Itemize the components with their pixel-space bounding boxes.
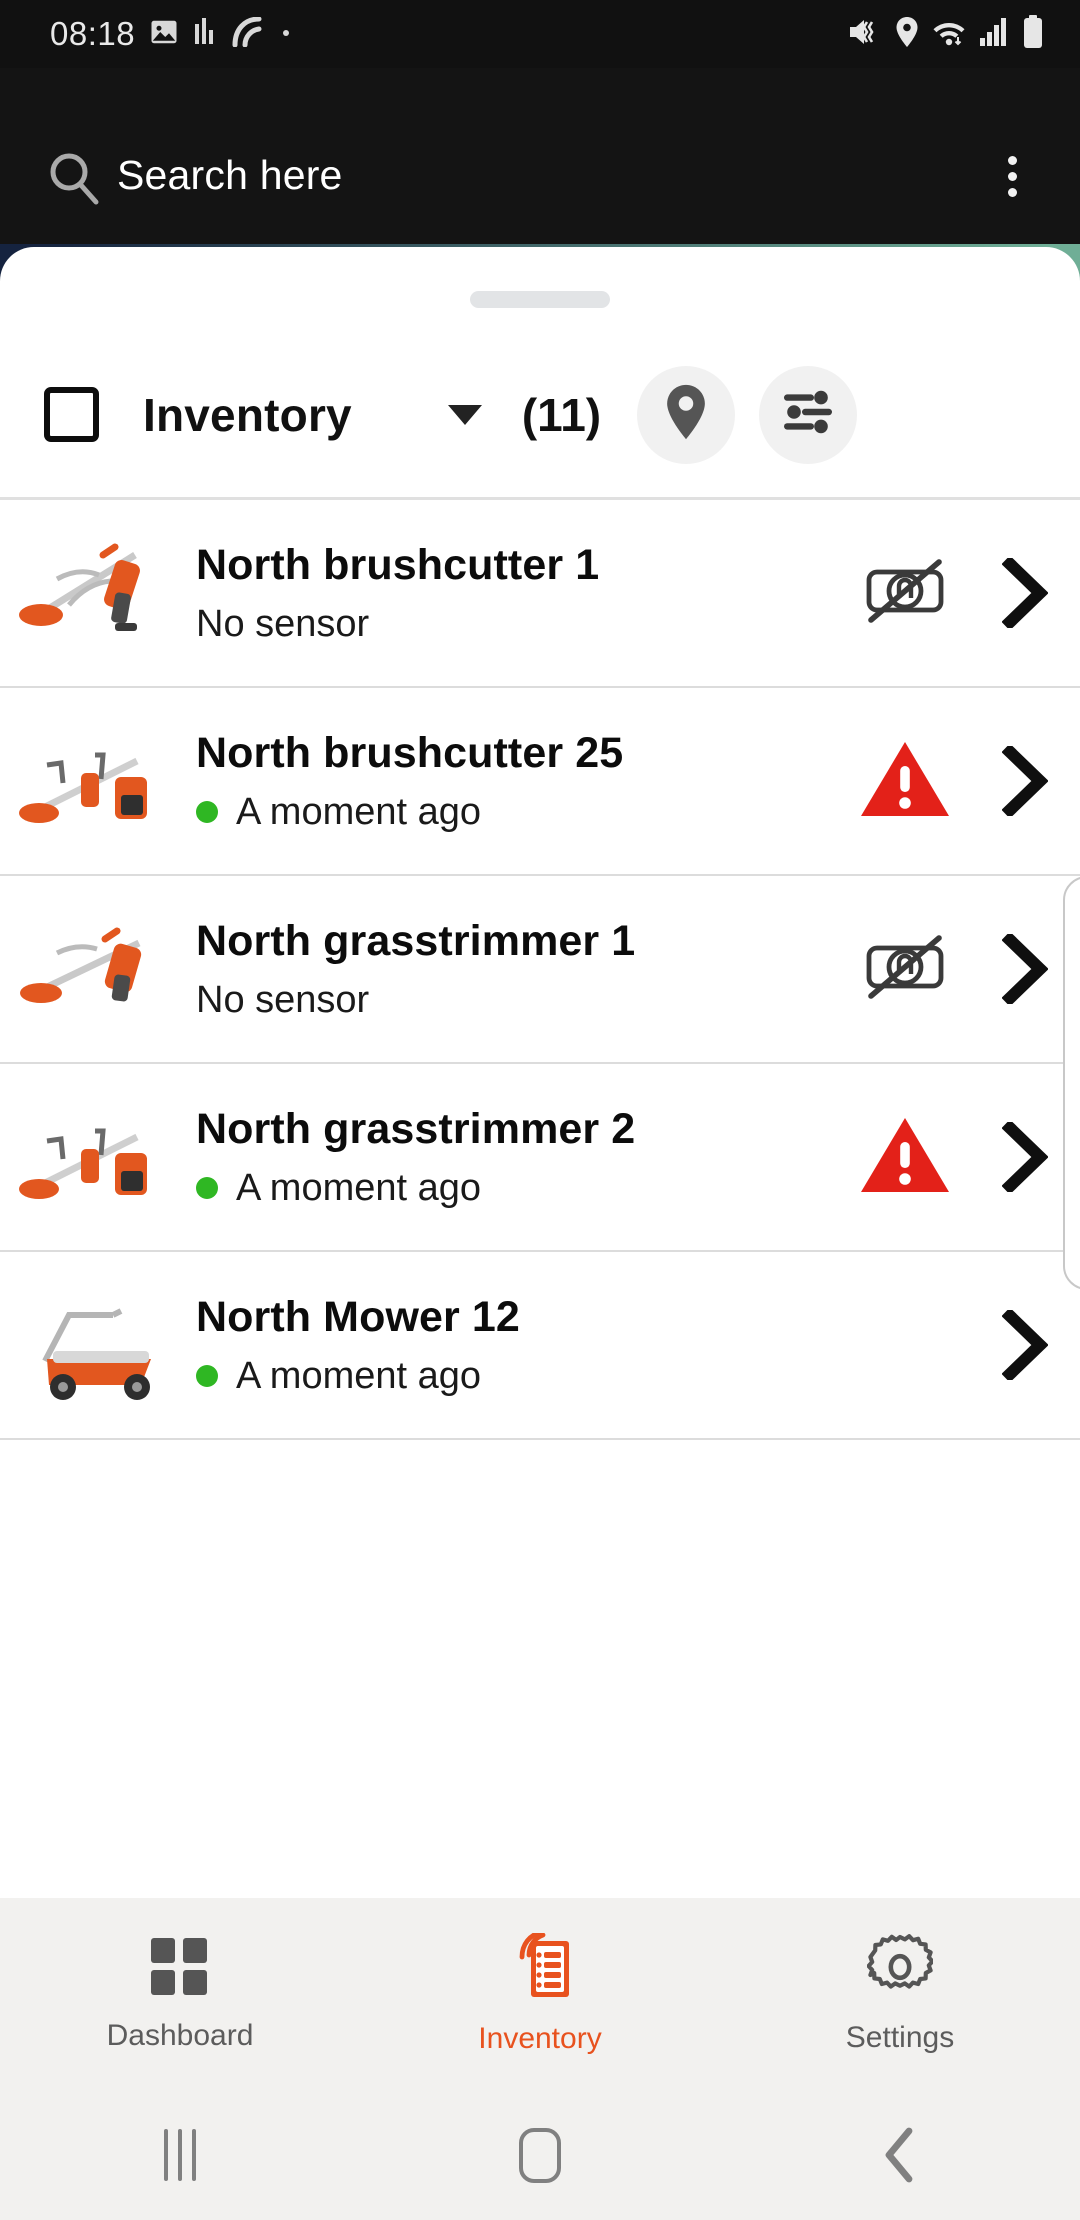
search-input[interactable]: Search here (117, 152, 343, 199)
battery-icon (1022, 14, 1044, 54)
list-item[interactable]: North grasstrimmer 1 No sensor (0, 876, 1080, 1064)
wifi-icon (932, 16, 966, 53)
tab-label: Settings (845, 2020, 955, 2054)
list-item-status: A moment ago (196, 791, 840, 834)
list-item-status: No sensor (196, 603, 840, 646)
status-bar: 08:18 (0, 0, 1080, 68)
list-item-text: North brushcutter 25 A moment ago (196, 729, 840, 834)
list-item-alert (840, 738, 970, 825)
gear-icon (866, 1933, 935, 2005)
item-count: (11) (521, 388, 602, 441)
chevron-down-icon[interactable] (447, 404, 482, 425)
status-bar-right (848, 14, 1044, 54)
list-item-title: North brushcutter 1 (196, 540, 600, 589)
list-item-text: North Mower 12 A moment ago (196, 1293, 840, 1398)
list-item-status: No sensor (196, 979, 840, 1022)
online-dot (196, 1177, 218, 1199)
no-sensor-icon (859, 554, 951, 633)
warning-triangle-icon (859, 1114, 951, 1201)
inventory-toolbar: Inventory (11) (0, 332, 1080, 497)
side-panel-edge (1063, 876, 1080, 1290)
tab-label: Dashboard (106, 2018, 254, 2052)
list-item-status-label: A moment ago (236, 790, 482, 833)
list-item-title: North Mower 12 (196, 1292, 520, 1341)
list-item-alert (840, 554, 970, 633)
recents-icon[interactable] (0, 2129, 360, 2181)
grasstrimmer-thumbnail (12, 1082, 182, 1232)
equalizer-icon (193, 17, 217, 51)
list-item[interactable]: North brushcutter 1 No sensor (0, 500, 1080, 688)
location-icon (895, 16, 919, 53)
grasstrimmer-thumbnail (12, 894, 182, 1044)
home-icon[interactable] (360, 2127, 720, 2183)
tab-inventory[interactable]: Inventory (360, 1929, 720, 2056)
status-bar-clock: 08:18 (50, 15, 136, 52)
inventory-list: North brushcutter 1 No sensor North brus… (0, 500, 1080, 1440)
tab-settings[interactable]: Settings (720, 1933, 1080, 2055)
inventory-sheet: Inventory (11) North brushcutter 1 No se… (0, 247, 1080, 1898)
android-nav-bar (0, 2090, 1080, 2220)
sheet-drag-handle[interactable] (470, 291, 610, 308)
filter-sliders-icon (782, 388, 834, 441)
no-sensor-icon (859, 930, 951, 1009)
page-title[interactable]: Inventory (143, 388, 352, 442)
warning-triangle-icon (859, 738, 951, 825)
select-all-checkbox[interactable] (44, 387, 99, 442)
online-dot (196, 1365, 218, 1387)
overflow-menu-icon[interactable] (982, 146, 1042, 206)
list-item-status-label: A moment ago (236, 1354, 482, 1397)
chevron-right-icon[interactable] (970, 746, 1080, 816)
filter-button[interactable] (759, 365, 858, 464)
online-dot (196, 801, 218, 823)
brushcutter-thumbnail (12, 706, 182, 856)
list-item-status: A moment ago (196, 1167, 840, 1210)
list-item-title: North grasstrimmer 1 (196, 916, 636, 965)
dot-icon (281, 25, 291, 43)
chevron-right-icon[interactable] (970, 1310, 1080, 1380)
tab-label: Inventory (478, 2021, 602, 2055)
list-item-text: North grasstrimmer 2 A moment ago (196, 1105, 840, 1210)
location-pin-icon (664, 383, 708, 446)
back-chevron-icon[interactable] (720, 2127, 1080, 2183)
list-item-status-label: A moment ago (236, 1166, 482, 1209)
list-item-alert (840, 1114, 970, 1201)
list-item-status: A moment ago (196, 1355, 840, 1398)
list-item-title: North grasstrimmer 2 (196, 1104, 636, 1153)
search-header: Search here (0, 68, 1080, 244)
list-item-alert (840, 930, 970, 1009)
mute-vibrate-icon (848, 16, 882, 53)
list-item[interactable]: North brushcutter 25 A moment ago (0, 688, 1080, 876)
nfc-icon (231, 16, 267, 52)
status-bar-left: 08:18 (50, 15, 291, 53)
grid-icon (149, 1936, 211, 2003)
list-item[interactable]: North grasstrimmer 2 A moment ago (0, 1064, 1080, 1252)
brushcutter-thumbnail (12, 518, 182, 668)
list-item-text: North brushcutter 1 No sensor (196, 541, 840, 646)
list-item-status-label: No sensor (196, 978, 370, 1021)
search-icon[interactable] (47, 151, 101, 212)
gallery-icon (149, 17, 179, 52)
list-item-text: North grasstrimmer 1 No sensor (196, 917, 840, 1022)
bottom-tab-bar: Dashboard Inventory Settings (0, 1898, 1080, 2090)
list-item[interactable]: North Mower 12 A moment ago (0, 1252, 1080, 1440)
signal-icon (979, 16, 1009, 53)
list-item-status-label: No sensor (196, 602, 370, 645)
inventory-document-icon (507, 1929, 573, 2006)
list-item-title: North brushcutter 25 (196, 728, 624, 777)
chevron-right-icon[interactable] (970, 558, 1080, 628)
map-view-button[interactable] (637, 365, 736, 464)
tab-dashboard[interactable]: Dashboard (0, 1936, 360, 2053)
mower-thumbnail (12, 1270, 182, 1420)
